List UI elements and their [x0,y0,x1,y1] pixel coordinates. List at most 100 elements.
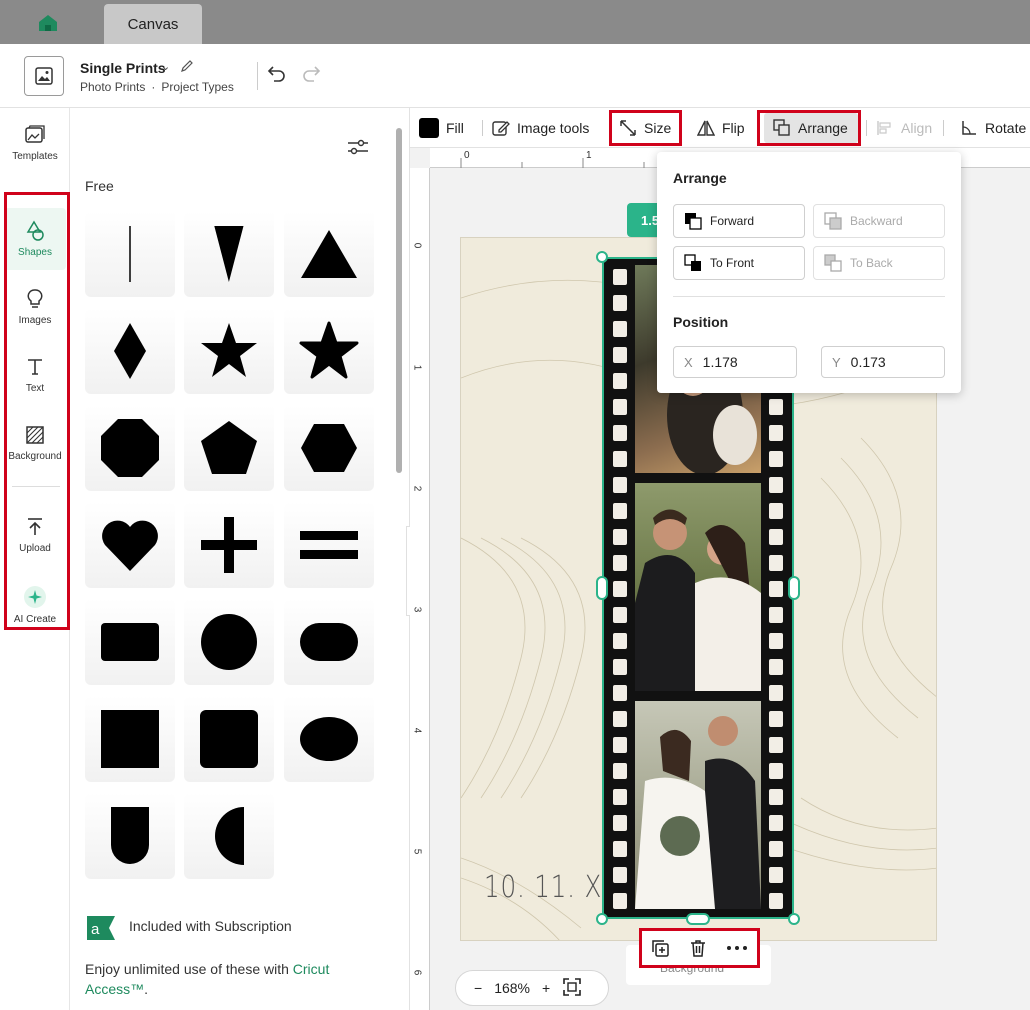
rail-item-ai-create[interactable]: AI Create [4,574,66,636]
forward-button[interactable]: Forward [673,204,805,238]
breadcrumb-project-types[interactable]: Project Types [161,80,233,94]
shape-line[interactable] [85,211,175,297]
rail-item-shapes[interactable]: Shapes [4,208,66,270]
project-thumbnail-button[interactable] [24,56,64,96]
position-x-field[interactable]: X 1.178 [673,346,797,378]
rail-label-shapes: Shapes [18,247,52,258]
photo-frame-2[interactable] [635,483,761,691]
shape-star[interactable] [184,308,274,394]
shape-pentagon[interactable] [184,405,274,491]
rail-item-templates[interactable]: Templates [4,112,66,174]
to-back-button[interactable]: To Back [813,246,945,280]
fit-to-screen-button[interactable] [562,977,582,1000]
undo-button[interactable] [266,64,288,89]
position-heading: Position [673,314,729,330]
more-options-button[interactable] [726,938,748,963]
resize-handle-bottom[interactable] [686,913,710,925]
shape-diamond[interactable] [85,308,175,394]
resize-handle-right[interactable] [788,576,800,600]
redo-button[interactable] [300,64,322,89]
zoom-in-button[interactable]: + [542,980,550,996]
rail-item-background[interactable]: Background [4,412,66,474]
bring-forward-icon [685,213,702,230]
trash-icon [691,940,705,957]
pencil-icon[interactable] [180,59,194,78]
shape-plus[interactable] [184,502,274,588]
fill-tool[interactable]: Fill [419,108,464,148]
shape-half-circle[interactable] [184,793,274,879]
header-divider [257,62,258,90]
left-rail: Templates Shapes Images Text Background … [0,108,70,1010]
shape-arch[interactable] [85,793,175,879]
backward-button[interactable]: Backward [813,204,945,238]
tab-canvas[interactable]: Canvas [104,4,202,44]
toolbar-divider [482,120,483,136]
rail-item-upload[interactable]: Upload [4,504,66,566]
shape-triangle[interactable] [284,211,374,297]
date-text[interactable]: 10. 11. XX [484,870,620,905]
shape-star-rounded[interactable] [284,308,374,394]
shape-ellipse[interactable] [284,696,374,782]
rail-item-text[interactable]: Text [4,344,66,406]
redo-icon [303,66,321,82]
lightbulb-icon [27,289,43,308]
breadcrumb-photo-prints[interactable]: Photo Prints [80,80,145,94]
home-button[interactable] [30,10,66,36]
shape-pill[interactable] [284,599,374,685]
shape-heart[interactable] [85,502,175,588]
shape-circle[interactable] [184,599,274,685]
align-tool[interactable]: Align [876,108,932,148]
undo-icon [267,66,285,82]
shapes-panel: Free ‹ a Included with Subscription Enjo… [70,108,420,1010]
arrange-tool[interactable]: Arrange [773,108,848,148]
image-edit-icon [492,121,510,136]
shape-octagon[interactable] [85,405,175,491]
duplicate-icon [652,940,669,957]
flip-tool[interactable]: Flip [697,108,745,148]
rail-item-images[interactable]: Images [4,276,66,338]
position-y-field[interactable]: Y 0.173 [821,346,945,378]
shape-triangle-down[interactable] [184,211,274,297]
resize-handle-bottom-right[interactable] [788,913,800,925]
delete-button[interactable] [688,938,708,963]
ruler-tick-label: 0 [411,242,423,249]
send-to-back-icon [824,254,842,272]
panel-scrollbar[interactable] [396,128,402,473]
tab-bar: Canvas [0,0,1030,44]
shape-rounded-rectangle[interactable] [85,599,175,685]
zoom-level[interactable]: 168% [494,980,530,996]
shape-hexagon[interactable] [284,405,374,491]
to-front-button[interactable]: To Front [673,246,805,280]
image-tools-tool[interactable]: Image tools [492,108,589,148]
duplicate-button[interactable] [650,938,670,963]
rotate-tool[interactable]: Rotate [960,108,1026,148]
ruler-tick-label: 6 [411,969,423,976]
ruler-tick-label: 2 [411,485,423,492]
project-title[interactable]: Single Prints [80,60,166,76]
chevron-down-icon[interactable]: ⌄ [161,60,170,73]
rail-label-ai-create: AI Create [13,614,57,625]
y-value[interactable]: 0.173 [851,354,886,370]
filter-button[interactable] [347,138,369,161]
to-front-label: To Front [710,256,755,270]
send-backward-icon [824,212,842,230]
photo-frame-3[interactable] [635,701,761,909]
subscription-label: Included with Subscription [129,918,292,934]
resize-handle-bottom-left[interactable] [596,913,608,925]
y-axis-label: Y [832,354,841,370]
size-tool[interactable]: Size [619,108,671,148]
rail-divider [12,486,60,487]
x-value[interactable]: 1.178 [703,354,738,370]
align-label: Align [901,120,933,136]
resize-handle-left[interactable] [596,576,608,600]
popover-divider [673,296,945,297]
zoom-out-button[interactable]: − [474,980,482,996]
fill-swatch [419,118,439,138]
shape-rounded-square[interactable] [184,696,274,782]
resize-handle-top-left[interactable] [596,251,608,263]
subscription-desc-text: Enjoy unlimited use of these with [85,961,293,977]
ruler-tick-label: 1 [411,364,423,371]
shape-square[interactable] [85,696,175,782]
project-header: Single Prints ⌄ Photo Prints · Project T… [0,44,1030,108]
shape-equals[interactable] [284,502,374,588]
